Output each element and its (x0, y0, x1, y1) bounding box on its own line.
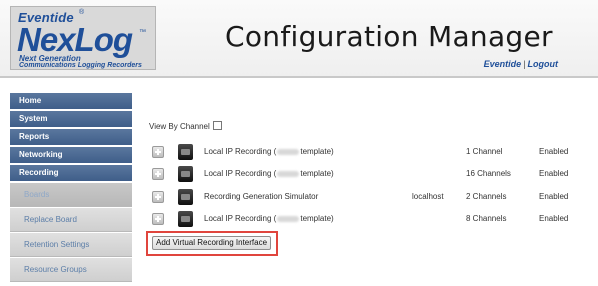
view-by-channel-label: View By Channel (149, 122, 210, 131)
sidebar-subitem-boards[interactable]: Boards (10, 183, 132, 207)
expand-plus-icon[interactable] (152, 146, 164, 158)
board-device-icon (178, 166, 193, 182)
logo-subtitle-2: Communications Logging Recorders (19, 62, 142, 69)
board-device-icon (178, 211, 193, 227)
board-device-icon (178, 144, 193, 160)
redacted-text (277, 148, 300, 155)
sidebar-subitem-resource-groups[interactable]: Resource Groups (10, 258, 132, 282)
board-channels: 2 Channels (466, 192, 507, 201)
board-row: Local IP Recording (template) 16 Channel… (152, 166, 592, 182)
board-status: Enabled (539, 147, 569, 156)
trademark-icon-2: ™ (139, 29, 146, 36)
nexlog-logo: Eventide ® NexLog ™ Next Generation Comm… (10, 6, 156, 70)
board-row: Local IP Recording (template) 8 Channels… (152, 211, 592, 227)
sidebar-item-reports[interactable]: Reports (10, 129, 132, 145)
sidebar-subitem-retention-settings[interactable]: Retention Settings (10, 233, 132, 257)
board-channels: 8 Channels (466, 214, 507, 223)
sidebar-item-system[interactable]: System (10, 111, 132, 127)
board-device-icon (178, 189, 193, 205)
board-name[interactable]: Recording Generation Simulator (204, 192, 318, 201)
page-title: Configuration Manager (225, 20, 553, 53)
board-status: Enabled (539, 214, 569, 223)
board-row: Recording Generation Simulator localhost… (152, 189, 592, 205)
board-name[interactable]: Local IP Recording (template) (204, 214, 334, 223)
add-virtual-recording-interface-button[interactable]: Add Virtual Recording Interface (152, 236, 272, 250)
expand-plus-icon[interactable] (152, 191, 164, 203)
expand-plus-icon[interactable] (152, 213, 164, 225)
expand-plus-icon[interactable] (152, 168, 164, 180)
trademark-icon: ® (79, 9, 85, 16)
sidebar-subitem-replace-board[interactable]: Replace Board (10, 208, 132, 232)
board-channels: 16 Channels (466, 169, 511, 178)
sidebar: Home System Reports Networking Recording… (10, 93, 132, 283)
board-channels: 1 Channel (466, 147, 503, 156)
board-name[interactable]: Local IP Recording (template) (204, 169, 334, 178)
board-name[interactable]: Local IP Recording (template) (204, 147, 334, 156)
user-link[interactable]: Eventide (484, 59, 522, 69)
redacted-text (277, 215, 300, 222)
board-status: Enabled (539, 192, 569, 201)
board-host: localhost (412, 192, 444, 201)
header: Eventide ® NexLog ™ Next Generation Comm… (0, 0, 598, 78)
sidebar-item-home[interactable]: Home (10, 93, 132, 109)
board-row: Local IP Recording (template) 1 Channel … (152, 144, 592, 160)
header-links: Eventide | Logout (484, 59, 558, 69)
view-by-channel-checkbox[interactable] (212, 121, 222, 131)
view-by-channel: View By Channel (149, 121, 222, 131)
link-separator: | (523, 59, 526, 69)
logout-link[interactable]: Logout (528, 59, 559, 69)
sidebar-item-recording[interactable]: Recording (10, 165, 132, 181)
board-status: Enabled (539, 169, 569, 178)
redacted-text (277, 170, 300, 177)
sidebar-item-networking[interactable]: Networking (10, 147, 132, 163)
